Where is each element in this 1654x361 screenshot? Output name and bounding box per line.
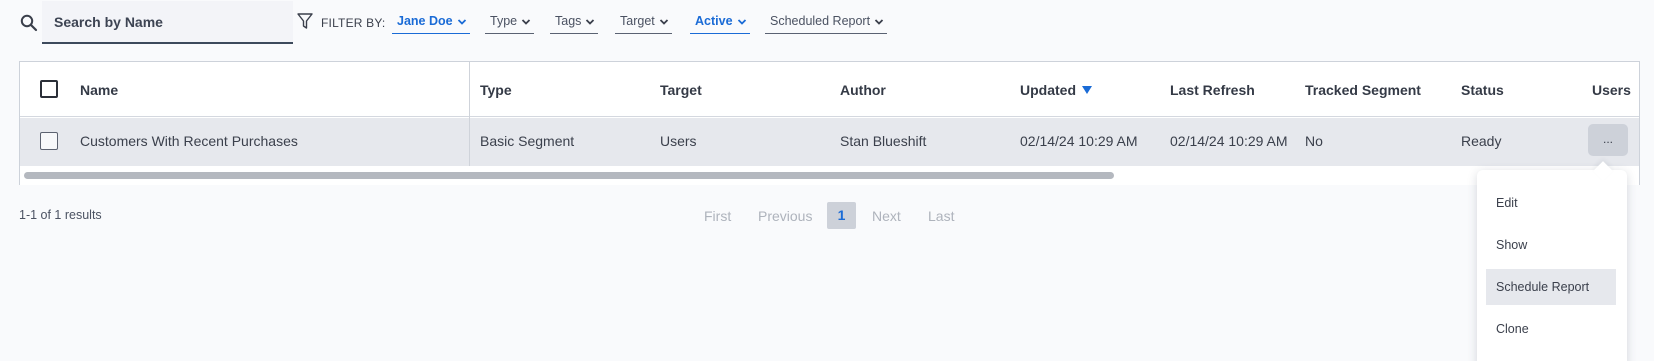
chevron-down-icon <box>737 19 746 25</box>
cell-type: Basic Segment <box>480 133 575 149</box>
menu-item-edit[interactable]: Edit <box>1486 185 1616 221</box>
column-header-tracked-segment[interactable]: Tracked Segment <box>1305 82 1421 98</box>
pagination-previous[interactable]: Previous <box>758 208 812 224</box>
filter-target[interactable]: Target <box>615 14 672 34</box>
column-header-updated[interactable]: Updated <box>1020 82 1092 98</box>
column-header-updated-label: Updated <box>1020 82 1076 98</box>
column-header-type[interactable]: Type <box>480 82 512 98</box>
filter-icon <box>297 13 313 29</box>
pagination-next[interactable]: Next <box>872 208 901 224</box>
filter-type[interactable]: Type <box>485 14 535 34</box>
cell-status: Ready <box>1461 133 1502 149</box>
cell-author: Stan Blueshift <box>840 133 927 149</box>
select-all-checkbox[interactable] <box>40 80 58 98</box>
filter-tags[interactable]: Tags <box>550 14 599 34</box>
column-header-author[interactable]: Author <box>840 82 886 98</box>
search-icon <box>20 14 38 32</box>
menu-item-clone[interactable]: Clone <box>1486 311 1616 347</box>
cell-target: Users <box>660 133 697 149</box>
pagination-last[interactable]: Last <box>928 208 954 224</box>
chevron-down-icon <box>586 19 595 25</box>
column-header-status[interactable]: Status <box>1461 82 1504 98</box>
column-header-last-refresh[interactable]: Last Refresh <box>1170 82 1255 98</box>
filter-scheduled-report-label: Scheduled Report <box>770 14 871 28</box>
menu-item-show[interactable]: Show <box>1486 227 1616 263</box>
filter-target-label: Target <box>620 14 655 28</box>
row-actions-menu: Edit Show Schedule Report Clone <box>1477 170 1627 361</box>
filter-status-label: Active <box>695 14 733 28</box>
filter-status[interactable]: Active <box>690 14 750 34</box>
filter-scheduled-report[interactable]: Scheduled Report <box>765 14 888 34</box>
search-field[interactable] <box>42 1 293 44</box>
row-actions-button[interactable]: ... <box>1588 124 1628 156</box>
cell-name[interactable]: Customers With Recent Purchases <box>80 133 298 149</box>
cell-updated: 02/14/24 10:29 AM <box>1020 133 1138 149</box>
results-count: 1-1 of 1 results <box>19 208 102 222</box>
table-row[interactable]: Customers With Recent Purchases Basic Se… <box>20 118 1639 166</box>
scrollbar-thumb[interactable] <box>24 172 1114 179</box>
cell-last-refresh: 02/14/24 10:29 AM <box>1170 133 1288 149</box>
filter-by-label: FILTER BY: <box>321 16 386 30</box>
filter-author-label: Jane Doe <box>397 14 453 28</box>
pagination-current-page[interactable]: 1 <box>827 202 856 229</box>
search-input[interactable] <box>42 1 293 42</box>
sort-descending-icon <box>1082 86 1092 94</box>
chevron-down-icon <box>874 19 884 25</box>
segments-table: Name Type Target Author Updated Last Ref… <box>19 61 1640 185</box>
filter-type-label: Type <box>490 14 518 28</box>
menu-item-schedule-report[interactable]: Schedule Report <box>1486 269 1616 305</box>
horizontal-scrollbar[interactable] <box>20 167 1639 185</box>
column-header-target[interactable]: Target <box>660 82 702 98</box>
chevron-down-icon <box>659 19 668 25</box>
filter-author[interactable]: Jane Doe <box>392 14 470 34</box>
row-checkbox[interactable] <box>40 132 58 150</box>
filter-tags-label: Tags <box>555 14 582 28</box>
table-header: Name Type Target Author Updated Last Ref… <box>20 62 1639 117</box>
chevron-down-icon <box>457 19 466 25</box>
column-divider <box>469 62 470 166</box>
column-header-name[interactable]: Name <box>80 82 118 98</box>
chevron-down-icon <box>521 19 531 25</box>
cell-tracked-segment: No <box>1305 133 1323 149</box>
column-header-users[interactable]: Users <box>1592 82 1631 98</box>
pagination-first[interactable]: First <box>704 208 731 224</box>
